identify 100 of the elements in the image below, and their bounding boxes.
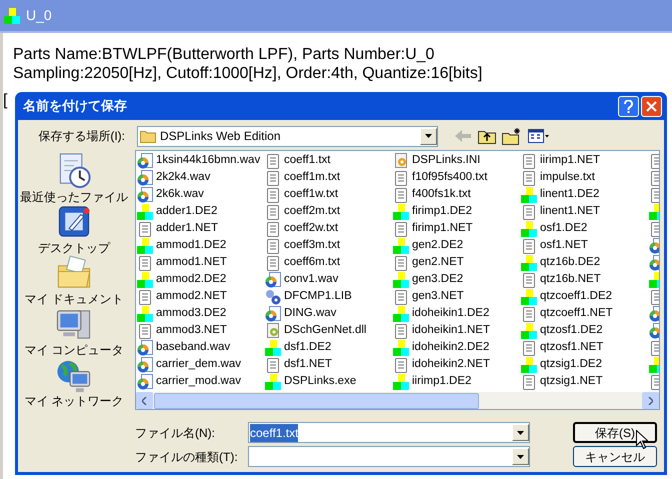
file-item[interactable]: linent1.NET	[521, 203, 600, 220]
file-item[interactable]: ammod3.DE2	[137, 305, 226, 322]
dsp-file-icon	[521, 254, 537, 270]
dsp-file-icon	[137, 272, 153, 288]
file-item[interactable]: ammod1.DE2	[137, 237, 226, 254]
file-item[interactable]: conv1.wav	[265, 271, 338, 288]
dsp-file-icon	[521, 186, 537, 202]
scroll-left-button[interactable]	[136, 392, 153, 409]
folder-up-icon[interactable]	[478, 128, 496, 144]
file-item[interactable]: coeff2m.txt	[265, 203, 340, 220]
text-file-icon	[393, 186, 409, 202]
text-file-icon	[521, 374, 537, 390]
file-item[interactable]: iirimp1.NET	[521, 152, 600, 169]
file-item[interactable]: adder1.DE2	[137, 203, 218, 220]
cursor-icon	[636, 430, 648, 449]
scrollbar-thumb[interactable]	[154, 392, 479, 408]
file-item[interactable]: iirimp1.DE2	[393, 373, 472, 390]
file-item[interactable]: gen2.NET	[393, 254, 464, 271]
dsp-file-icon	[393, 238, 409, 254]
file-item[interactable]: firimp1.DE2	[393, 203, 472, 220]
dsp-file-icon	[521, 288, 537, 304]
file-item[interactable]: f10f95fs400.txt	[393, 169, 488, 186]
file-item[interactable]: qtzosf1.NET	[521, 339, 604, 356]
file-item[interactable]: coeff1.txt	[265, 152, 330, 169]
file-item[interactable]: coeff1m.txt	[265, 169, 340, 186]
file-item[interactable]: gen3.DE2	[393, 271, 464, 288]
file-item[interactable]: adder1.NET	[137, 220, 218, 237]
view-menu-icon[interactable]	[528, 128, 550, 144]
file-item[interactable]: ammod1.NET	[137, 254, 227, 271]
horizontal-scrollbar[interactable]	[136, 392, 659, 409]
text-file-icon	[521, 152, 537, 168]
file-item[interactable]: idoheikin1.NET	[393, 322, 490, 339]
save-button[interactable]: 保存(S)	[573, 422, 657, 443]
file-item[interactable]: carrier_dem.wav	[137, 356, 241, 373]
file-item[interactable]: dsf1.DE2	[265, 339, 332, 356]
file-item[interactable]: qtzsig1.DE2	[521, 356, 602, 373]
dropdown-button[interactable]	[420, 128, 437, 144]
filename-field[interactable]: coeff1.txt	[248, 422, 530, 443]
file-item[interactable]: qtzcoeff1.NET	[521, 305, 613, 322]
file-item[interactable]: linent1.DE2	[521, 186, 600, 203]
close-button[interactable]	[641, 96, 662, 116]
file-item[interactable]: osf1.NET	[521, 237, 588, 254]
file-item[interactable]: qtzosf1.DE2	[521, 322, 603, 339]
file-item[interactable]: f400fs1k.txt	[393, 186, 471, 203]
file-item[interactable]: DFCMP1.LIB	[265, 288, 352, 305]
dsp-file-icon	[137, 204, 153, 220]
text-file-icon	[393, 288, 409, 304]
places-item[interactable]: 最近使ったファイル	[20, 152, 128, 203]
dropdown-button[interactable]	[512, 424, 529, 441]
file-item[interactable]: idoheikin1.DE2	[393, 305, 490, 322]
file-item[interactable]: qtzsig1.NET	[521, 373, 603, 390]
file-item[interactable]: firimp1.NET	[393, 220, 473, 237]
dsp-file-icon	[393, 204, 409, 220]
file-item[interactable]: DSPLinks.INI	[393, 152, 480, 169]
file-item[interactable]: DSchGenNet.dll	[265, 322, 366, 339]
file-item[interactable]: coeff2w.txt	[265, 220, 338, 237]
dropdown-button[interactable]	[512, 448, 529, 465]
audio-file-icon	[265, 306, 281, 322]
text-file-icon	[393, 322, 409, 338]
file-item[interactable]: coeff3m.txt	[265, 237, 340, 254]
places-item[interactable]: マイ コンピュータ	[24, 305, 124, 356]
file-item[interactable]: idoheikin2.NET	[393, 356, 490, 373]
cancel-button[interactable]: キャンセル	[573, 446, 657, 467]
dsp-file-icon	[265, 374, 281, 390]
file-item[interactable]: 2k2k4.wav	[137, 169, 210, 186]
file-item[interactable]: ammod2.DE2	[137, 271, 226, 288]
info-text: Parts Name:BTWLPF(Butterworth LPF), Parts Number:U_0	[13, 45, 434, 64]
file-item[interactable]: idoheikin2.DE2	[393, 339, 490, 356]
file-item[interactable]: qtzcoeff1.DE2	[521, 288, 612, 305]
file-item[interactable]: ammod3.NET	[137, 322, 227, 339]
file-item[interactable]: dsf1.NET	[265, 356, 332, 373]
places-item[interactable]: デスクトップ	[38, 203, 110, 254]
file-item[interactable]: DING.wav	[265, 305, 336, 322]
file-item[interactable]: DSPLinks.exe	[265, 373, 356, 390]
file-item[interactable]: qtz16b.DE2	[521, 254, 600, 271]
file-item[interactable]: baseband.wav	[137, 339, 230, 356]
file-item[interactable]: carrier_mod.wav	[137, 373, 241, 390]
file-item[interactable]: osf1.DE2	[521, 220, 588, 237]
file-item[interactable]: 1ksin44k16bmn.wav	[137, 152, 260, 169]
text-file-icon	[393, 356, 409, 372]
file-item[interactable]: coeff1w.txt	[265, 186, 338, 203]
file-item[interactable]: qtz16b.NET	[521, 271, 601, 288]
dsp-file-icon	[521, 356, 537, 372]
help-button[interactable]	[618, 96, 639, 116]
file-item[interactable]: gen2.DE2	[393, 237, 464, 254]
places-item[interactable]: マイ ネットワーク	[24, 356, 124, 407]
dsp-file-icon	[137, 306, 153, 322]
file-item[interactable]: gen3.NET	[393, 288, 464, 305]
scroll-right-button[interactable]	[642, 392, 659, 409]
file-item[interactable]: impulse.txt	[521, 169, 595, 186]
dsp-file-icon	[265, 340, 281, 356]
file-item[interactable]: 2k6k.wav	[137, 186, 204, 203]
location-dropdown[interactable]: DSPLinks Web Edition	[137, 126, 438, 146]
places-item[interactable]: マイ ドキュメント	[24, 254, 124, 305]
file-item[interactable]: ammod2.NET	[137, 288, 227, 305]
new-folder-icon[interactable]	[502, 128, 522, 144]
text-file-icon	[393, 170, 409, 186]
dsp-file-icon	[393, 340, 409, 356]
text-file-icon	[393, 254, 409, 270]
file-item[interactable]: coeff6m.txt	[265, 254, 340, 271]
